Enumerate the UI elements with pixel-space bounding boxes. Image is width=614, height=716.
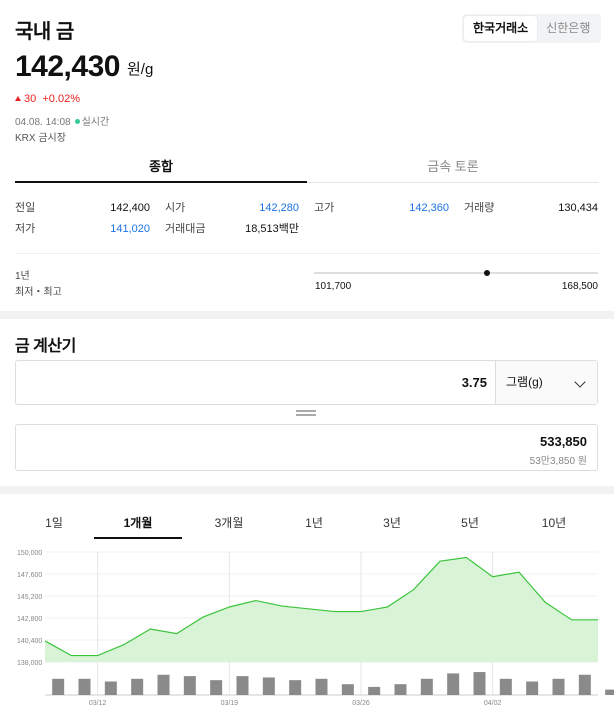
stat-trade-value: 거래대금 18,513백만: [165, 219, 299, 239]
volume-bar: [131, 678, 144, 695]
stat-label: 고가: [314, 202, 335, 214]
stat-label: 저가: [15, 223, 36, 235]
volume-bar: [78, 678, 91, 695]
source-krx-button[interactable]: 한국거래소: [464, 16, 538, 41]
result-amount: 533,850: [540, 434, 587, 449]
volume-bar: [473, 672, 486, 695]
stat-value: 142,360: [409, 202, 449, 214]
unit-select[interactable]: 그램(g): [495, 361, 597, 404]
y-tick-label: 147,600: [17, 572, 42, 579]
y-tick-label: 138,000: [17, 660, 42, 667]
unit-select-label: 그램(g): [506, 375, 543, 389]
calculator-title: 금 계산기: [15, 338, 76, 355]
market-name: KRX 금시장: [15, 133, 66, 144]
range-current-marker: [484, 270, 491, 276]
x-tick-label: 03/12: [89, 700, 107, 707]
up-arrow-icon: [15, 96, 21, 101]
stat-label: 거래대금: [165, 223, 206, 235]
volume-bar: [526, 681, 539, 695]
x-tick-label: 03/19: [221, 700, 239, 707]
volume-bar: [368, 686, 381, 695]
volume-bar: [420, 678, 433, 695]
stat-value: 141,020: [110, 223, 150, 235]
volume-bar: [210, 680, 223, 695]
volume-bar: [183, 676, 196, 695]
detail-tabs: 종합 금속 토론: [15, 150, 599, 183]
volume-bar: [315, 678, 328, 695]
volume-bar: [394, 684, 407, 695]
tab-discussion[interactable]: 금속 토론: [307, 150, 599, 183]
period-tab-1d[interactable]: 1일: [35, 510, 73, 539]
stat-low: 저가 141,020: [15, 219, 150, 239]
period-tab-3m[interactable]: 3개월: [207, 510, 251, 539]
stat-open: 시가 142,280: [165, 198, 299, 218]
stat-value: 18,513백만: [245, 223, 299, 235]
price-chart[interactable]: 150,000 147,600 145,200 142,800 140,400 138,0…: [0, 540, 614, 710]
realtime-label: 실시간: [81, 117, 110, 128]
equals-icon: [296, 410, 316, 416]
stat-value: 142,280: [259, 202, 299, 214]
range-low: 101,700: [315, 281, 352, 292]
volume-bar: [104, 681, 117, 695]
period-tabs: 1일 1개월 3개월 1년 3년 5년 10년: [15, 510, 599, 540]
stat-high: 고가 142,360: [314, 198, 449, 218]
y-tick-label: 145,200: [17, 594, 42, 601]
volume-bar: [236, 676, 249, 695]
price-change: 30 +0.02%: [15, 93, 80, 105]
range-high: 168,500: [561, 281, 598, 292]
volume-bar: [262, 677, 275, 695]
current-price: 142,430: [15, 50, 120, 83]
calculator-result-box: 533,850 53만3,850 원: [15, 424, 598, 471]
chevron-down-icon: [574, 376, 586, 388]
divider: [15, 253, 599, 254]
stat-prev-close: 전일 142,400: [15, 198, 150, 218]
section-divider: [0, 486, 614, 494]
page-title: 국내 금: [15, 21, 74, 43]
volume-bar: [289, 680, 302, 695]
timestamp: 04.08. 14:08 실시간: [15, 113, 109, 128]
volume-bar: [157, 674, 170, 695]
period-tab-3y[interactable]: 3년: [375, 510, 409, 539]
period-tab-1m[interactable]: 1개월: [94, 510, 182, 539]
period-tab-10y[interactable]: 10년: [535, 510, 573, 539]
result-korean: 53만3,850 원: [529, 456, 587, 467]
source-shinhan-button[interactable]: 신한은행: [537, 16, 599, 41]
x-tick-label: 03/26: [352, 700, 370, 707]
change-amount: 30: [24, 93, 37, 105]
volume-bar: [578, 674, 591, 695]
volume-bar: [341, 684, 354, 695]
range-period: 1년: [15, 271, 30, 282]
volume-bar: [605, 689, 614, 695]
timestamp-text: 04.08. 14:08: [15, 117, 71, 128]
y-tick-label: 142,800: [17, 616, 42, 623]
quantity-input[interactable]: 3.75: [462, 361, 487, 404]
stat-label: 거래량: [464, 202, 495, 214]
y-tick-label: 140,400: [17, 638, 42, 645]
volume-bar: [52, 678, 65, 695]
change-percent: +0.02%: [42, 93, 80, 105]
stat-value: 130,434: [558, 202, 598, 214]
price-unit: 원/g: [127, 61, 154, 78]
volume-bar: [552, 678, 565, 695]
period-tab-5y[interactable]: 5년: [453, 510, 487, 539]
range-label: 최저・최고: [15, 287, 62, 298]
y-tick-label: 150,000: [17, 550, 42, 557]
period-tab-1y[interactable]: 1년: [297, 510, 331, 539]
stat-volume: 거래량 130,434: [464, 198, 598, 218]
x-tick-label: 04/02: [484, 700, 502, 707]
range-bar: [314, 272, 598, 274]
volume-bar: [447, 673, 460, 695]
calculator-input-box: 3.75 그램(g): [15, 360, 598, 405]
tab-summary[interactable]: 종합: [15, 150, 307, 183]
section-divider: [0, 311, 614, 319]
volume-bar: [499, 678, 512, 695]
stat-label: 전일: [15, 202, 36, 214]
stat-value: 142,400: [110, 202, 150, 214]
source-toggle[interactable]: 한국거래소 신한은행: [462, 14, 602, 43]
stat-label: 시가: [165, 202, 186, 214]
realtime-dot-icon: [74, 119, 80, 125]
